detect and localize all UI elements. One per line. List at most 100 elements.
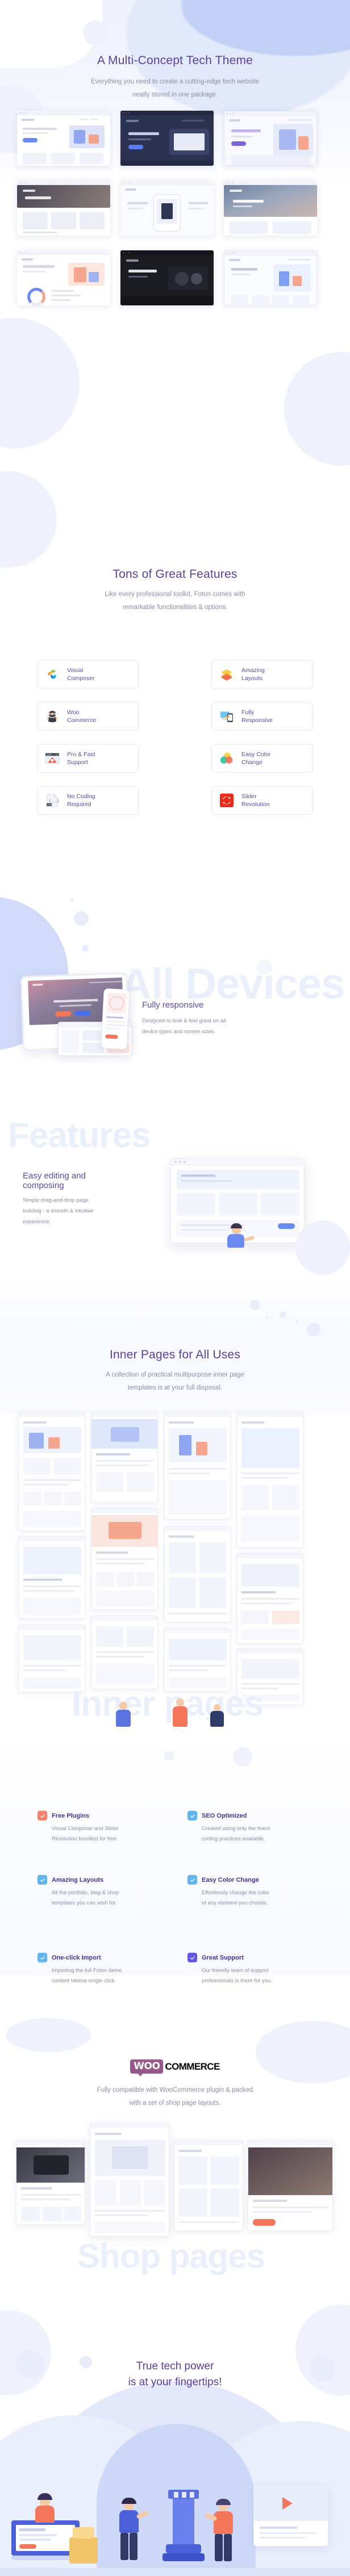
inner-page-card-8[interactable] — [236, 1553, 303, 1644]
inner-page-card-12[interactable] — [236, 1648, 303, 1705]
inner-page-card-2[interactable] — [91, 1412, 158, 1503]
footer-video-card[interactable] — [253, 2485, 328, 2546]
inner-page-card-6[interactable] — [91, 1508, 158, 1610]
woocommerce-logo: WOO COMMERCE — [130, 2059, 220, 2076]
demo-thumb-4[interactable] — [17, 181, 110, 236]
svg-text:CSS: CSS — [47, 804, 52, 806]
shop-mockup-3[interactable] — [174, 2140, 243, 2231]
checklist-item-easy-color-change: Easy Color Change Effortlessly change th… — [188, 1875, 330, 1908]
browser-bar — [120, 250, 214, 255]
feature-card-pro-fast-support[interactable]: Pro & Fast Support — [37, 744, 139, 773]
inner-page-card-11[interactable] — [164, 1628, 231, 1692]
check-icon[interactable] — [188, 1811, 197, 1820]
thumb-body — [224, 116, 316, 165]
demo-thumb-8[interactable] — [120, 250, 214, 305]
demo-thumb-5[interactable] — [120, 181, 214, 236]
checklist-item-seo-optimized: SEO Optimized Created using only the fin… — [188, 1811, 330, 1844]
checklist-head: One-click Import — [38, 1953, 180, 1962]
woo-badge: WOO — [130, 2059, 164, 2076]
devices-dot-3 — [70, 899, 74, 902]
bg-blob-1 — [0, 318, 80, 448]
feature-card-label: Easy Color Change — [241, 750, 271, 766]
checklist-title: Easy Color Change — [202, 1876, 259, 1883]
feature-card-amazing-layouts[interactable]: Amazing Layouts — [211, 660, 313, 689]
support-browser-gear-icon — [38, 752, 67, 765]
woocommerce-ninja-icon — [38, 710, 67, 723]
thumb-body — [17, 185, 110, 236]
feature-card-label: Fully Responsive — [241, 708, 273, 724]
play-icon[interactable] — [282, 2497, 293, 2510]
demo-thumb-1[interactable] — [17, 111, 110, 166]
thumb-body — [120, 185, 214, 236]
demo-thumb-6[interactable] — [224, 181, 317, 236]
checklist-item-free-plugins: Free Plugins Visual Composer and Slider … — [38, 1811, 180, 1844]
check-icon[interactable] — [38, 1953, 47, 1962]
checklist-item-one-click-import: One-click Import Importing the full Foto… — [38, 1953, 180, 1986]
browser-bar — [17, 250, 110, 255]
slider-revolution-icon — [212, 794, 241, 807]
browser-bar — [120, 111, 214, 115]
feature-card-woocommerce[interactable]: Woo Commerce — [37, 702, 139, 731]
inner-pages-subtitle-line2: templates is at your full disposal. — [127, 1385, 223, 1391]
footer-chess-rook — [163, 2490, 205, 2565]
responsive-text-line2: device types and screen sizes. — [142, 1029, 216, 1035]
checklist-title: Amazing Layouts — [52, 1876, 104, 1883]
shop-pages-watermark: Shop pages — [77, 2237, 265, 2275]
checklist-head: Easy Color Change — [188, 1875, 330, 1885]
feature-card-label: Visual Composer — [67, 666, 95, 682]
demo-thumb-3[interactable] — [224, 111, 317, 166]
bg-blob-3 — [0, 471, 57, 568]
woo-word: COMMERCE — [165, 2061, 220, 2072]
checklist-desc: Effortlessly change the color of any ele… — [202, 1890, 270, 1906]
feature-card-easy-color-change[interactable]: Easy Color Change — [211, 744, 313, 773]
browser-bar — [224, 251, 316, 255]
checklist-item-amazing-layouts: Amazing Layouts All the portfolio, blog … — [38, 1875, 180, 1908]
inner-page-card-7[interactable] — [164, 1526, 231, 1622]
footer-box-1 — [69, 2537, 98, 2564]
inner-page-card-5[interactable] — [18, 1536, 85, 1619]
demo-thumb-9[interactable] — [224, 250, 317, 305]
editing-person-illustration — [222, 1223, 261, 1249]
inner-page-card-1[interactable] — [18, 1412, 85, 1531]
editing-watermark: Features — [8, 1116, 151, 1155]
checklist-head: Free Plugins — [38, 1811, 180, 1820]
browser-bar — [120, 181, 214, 185]
inner-page-card-3[interactable] — [164, 1412, 231, 1520]
woo-text-line1: Fully compatible with WooCommerce plugin… — [97, 2087, 253, 2093]
thumb-body — [120, 115, 214, 166]
check-icon[interactable] — [38, 1811, 47, 1820]
check-icon[interactable] — [188, 1953, 197, 1962]
demo-thumb-7[interactable] — [17, 250, 110, 305]
woo-blob-left — [6, 2018, 91, 2052]
shop-mockup-2[interactable] — [90, 2123, 169, 2237]
inner-page-card-9[interactable] — [18, 1625, 85, 1693]
checklist-head: Great Support — [188, 1953, 330, 1962]
shop-mockup-1[interactable] — [16, 2140, 85, 2225]
bg-blob-2 — [284, 352, 350, 465]
footer-box-2 — [73, 2527, 94, 2539]
checklist-title: SEO Optimized — [202, 1812, 247, 1819]
demo-thumb-2[interactable] — [120, 111, 214, 166]
shop-mockup-4[interactable] — [248, 2140, 333, 2231]
check-icon[interactable] — [38, 1875, 47, 1885]
feature-card-no-coding-required[interactable]: {...} CSS No Coding Required — [37, 786, 139, 815]
feature-card-fully-responsive[interactable]: Fully Responsive — [211, 702, 313, 731]
feature-card-label: Amazing Layouts — [241, 666, 265, 682]
devices-dot-1 — [74, 911, 89, 926]
devices-dot-2 — [82, 945, 89, 952]
feature-card-slider-revolution[interactable]: Slider Revolution — [211, 786, 313, 815]
feature-card-label: Slider Revolution — [241, 792, 270, 808]
feature-card-label: Pro & Fast Support — [67, 750, 95, 766]
feature-card-visual-composer[interactable]: Visual Composer — [37, 660, 139, 689]
inner-page-card-4[interactable] — [236, 1412, 303, 1548]
visual-composer-icon — [38, 668, 67, 681]
footer-person-right — [204, 2499, 244, 2567]
checklist-item-great-support: Great Support Our friendly team of suppo… — [188, 1953, 330, 1986]
check-icon[interactable] — [188, 1875, 197, 1885]
editing-text-line3: experience. — [23, 1219, 51, 1225]
thumb-body — [224, 255, 316, 305]
inner-pages-subtitle-line1: A collection of practical multipurpose i… — [106, 1371, 244, 1378]
inner-page-card-10[interactable] — [91, 1616, 158, 1689]
browser-bar — [224, 111, 316, 116]
footer-person-left — [111, 2498, 151, 2566]
